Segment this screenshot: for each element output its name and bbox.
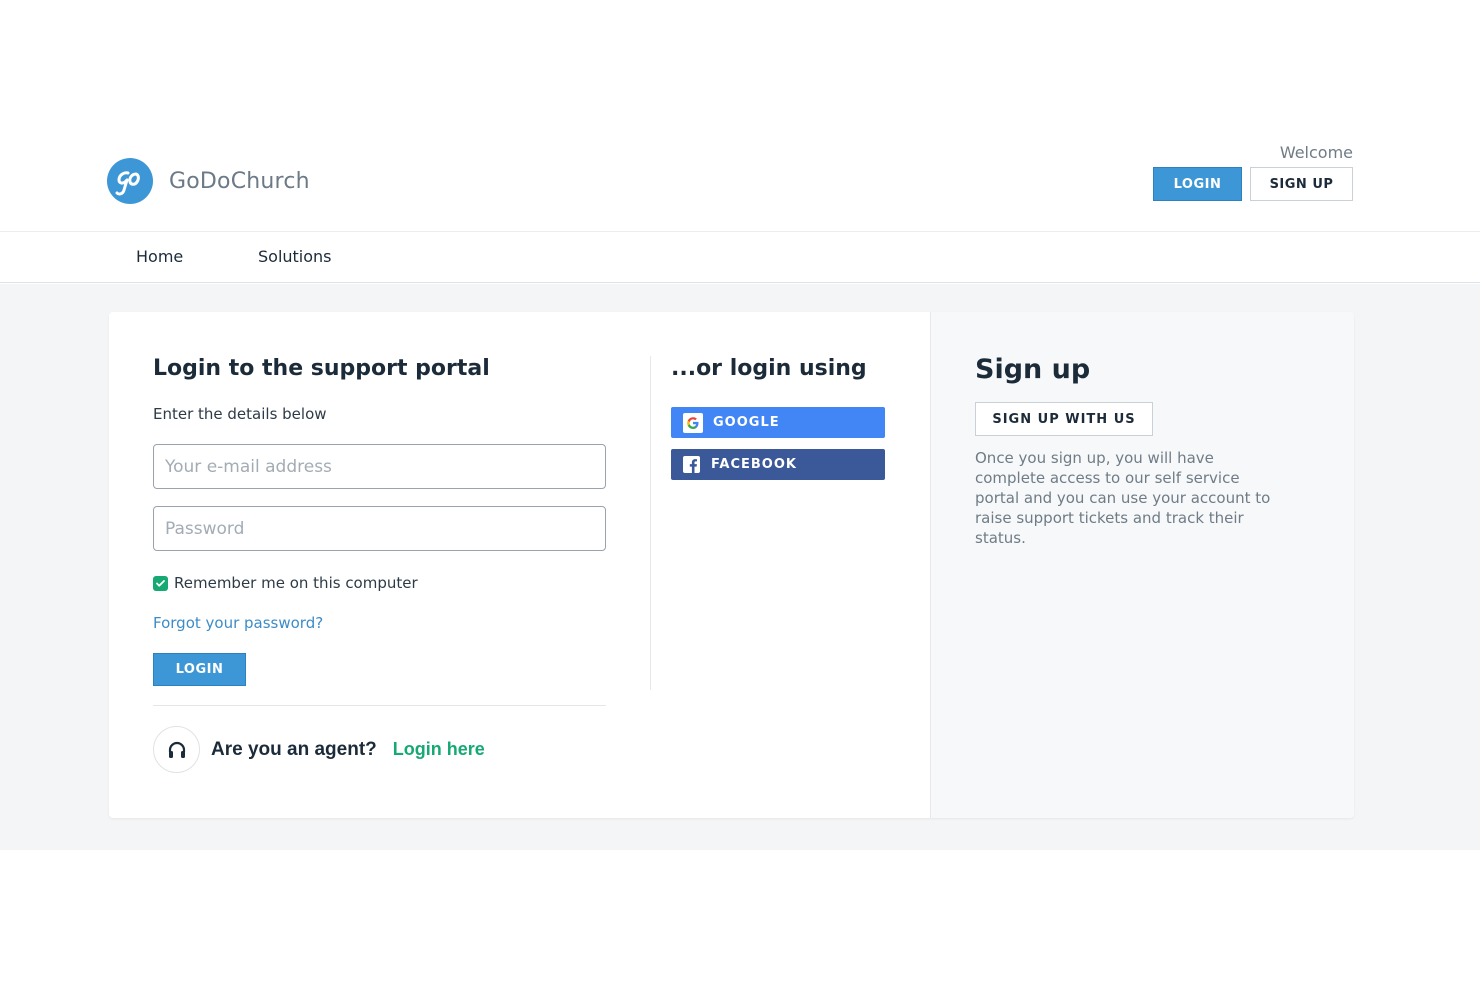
brand-name: GoDoChurch xyxy=(169,168,310,194)
agent-login-row: Are you an agent? Login here xyxy=(153,726,485,773)
signup-panel: Sign up SIGN UP WITH US Once you sign up… xyxy=(930,312,1354,818)
agent-login-link[interactable]: Login here xyxy=(393,739,485,760)
remember-me[interactable]: Remember me on this computer xyxy=(153,574,418,592)
godochurch-logo-icon xyxy=(107,158,153,204)
google-login-button[interactable]: GOOGLE xyxy=(671,407,885,438)
login-title: Login to the support portal xyxy=(153,356,490,381)
facebook-icon xyxy=(683,456,700,473)
welcome-text: Welcome xyxy=(1279,143,1353,162)
social-login-title: ...or login using xyxy=(671,356,867,381)
login-submit-button[interactable]: LOGIN xyxy=(153,653,246,686)
site-header: GoDoChurch Welcome LOGIN SIGN UP xyxy=(0,0,1480,232)
facebook-login-button[interactable]: FACEBOOK xyxy=(671,449,885,480)
signup-title: Sign up xyxy=(975,354,1091,385)
facebook-label: FACEBOOK xyxy=(711,457,797,472)
login-subtitle: Enter the details below xyxy=(153,405,327,423)
password-input[interactable] xyxy=(153,506,606,551)
headset-icon xyxy=(153,726,200,773)
header-login-button[interactable]: LOGIN xyxy=(1153,167,1242,201)
section-divider xyxy=(153,705,606,706)
nav-item-home[interactable]: Home xyxy=(136,247,183,266)
email-input[interactable] xyxy=(153,444,606,489)
checkmark-icon xyxy=(156,579,165,587)
main-nav: Home Solutions xyxy=(0,233,1480,283)
google-icon xyxy=(683,412,703,433)
column-divider xyxy=(650,356,651,690)
login-card: Login to the support portal Enter the de… xyxy=(109,312,1354,818)
google-label: GOOGLE xyxy=(713,415,780,430)
agent-question: Are you an agent? xyxy=(211,738,377,760)
header-signup-button[interactable]: SIGN UP xyxy=(1250,167,1353,201)
page: GoDoChurch Welcome LOGIN SIGN UP Home So… xyxy=(0,0,1480,987)
signup-with-us-button[interactable]: SIGN UP WITH US xyxy=(975,402,1153,436)
brand-logo[interactable]: GoDoChurch xyxy=(106,157,310,205)
remember-label: Remember me on this computer xyxy=(174,574,418,592)
signup-description: Once you sign up, you will have complete… xyxy=(975,449,1271,547)
remember-checkbox[interactable] xyxy=(153,575,168,591)
nav-item-solutions[interactable]: Solutions xyxy=(258,247,332,266)
header-actions: LOGIN SIGN UP xyxy=(1153,167,1353,201)
forgot-password-link[interactable]: Forgot your password? xyxy=(153,614,323,632)
